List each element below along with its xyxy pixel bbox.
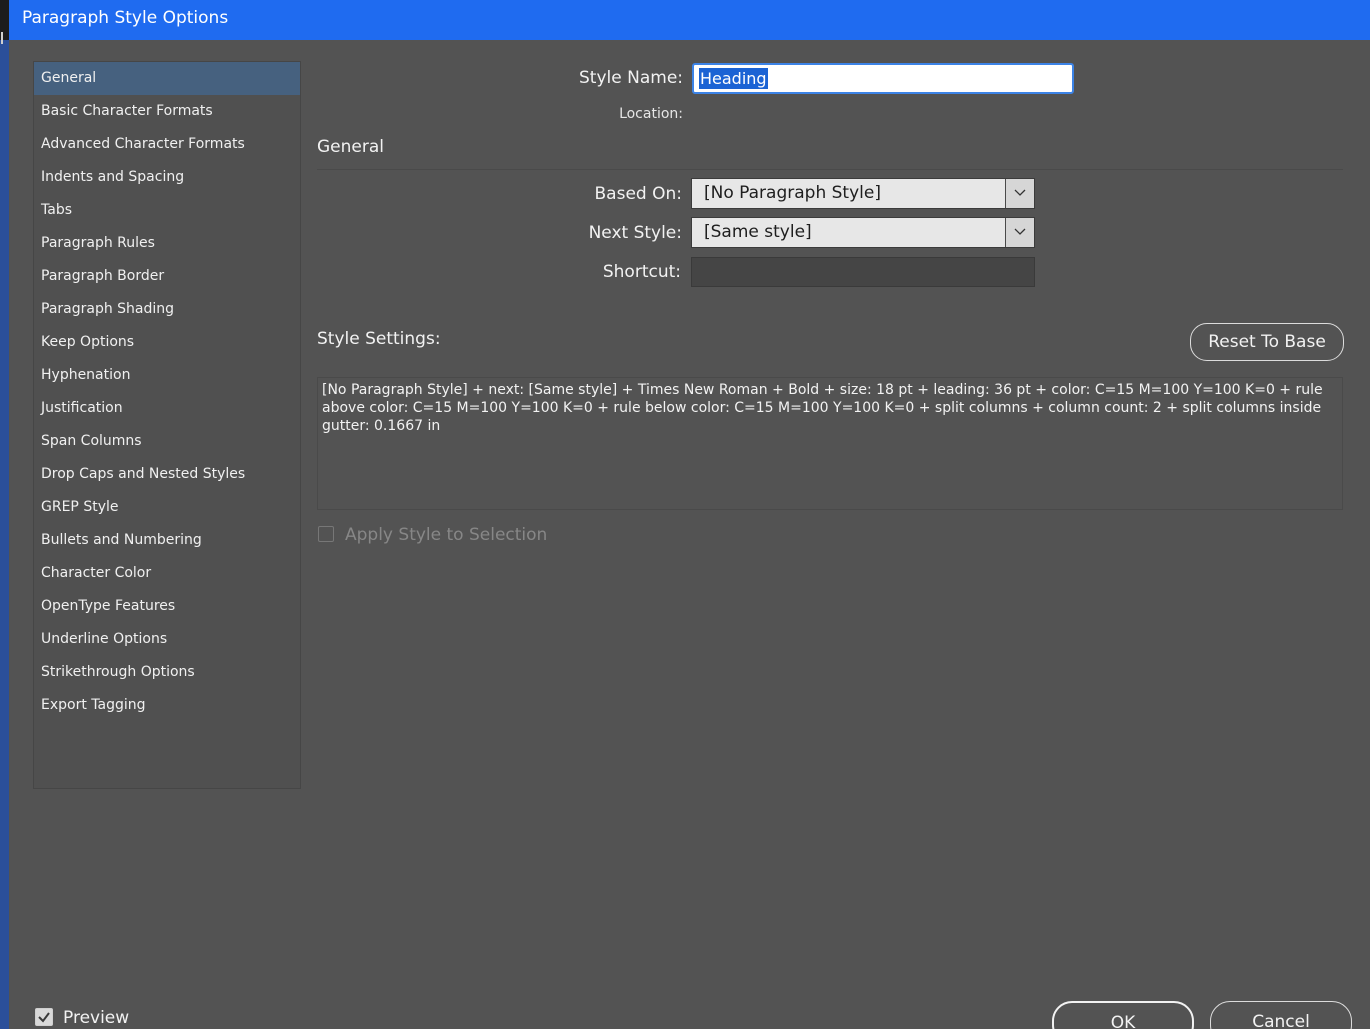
style-name-input[interactable]: Heading: [692, 63, 1074, 94]
style-name-value: Heading: [699, 68, 768, 89]
sidebar-item-basic-character-formats[interactable]: Basic Character Formats: [34, 95, 300, 128]
sidebar-item-drop-caps-and-nested-styles[interactable]: Drop Caps and Nested Styles: [34, 458, 300, 491]
based-on-value: [No Paragraph Style]: [704, 183, 881, 203]
shortcut-label: Shortcut:: [602, 262, 681, 282]
sidebar-item-grep-style[interactable]: GREP Style: [34, 491, 300, 524]
sidebar-item-export-tagging[interactable]: Export Tagging: [34, 689, 300, 722]
window-title: Paragraph Style Options: [22, 8, 229, 28]
sidebar-item-general[interactable]: General: [34, 62, 300, 95]
next-style-label: Next Style:: [588, 223, 682, 243]
section-divider: [317, 169, 1343, 170]
chevron-down-icon: [1014, 228, 1026, 235]
next-style-dropdown[interactable]: [Same style]: [691, 217, 1035, 248]
sidebar-item-hyphenation[interactable]: Hyphenation: [34, 359, 300, 392]
apply-style-checkbox[interactable]: [318, 526, 334, 542]
sidebar-item-strikethrough-options[interactable]: Strikethrough Options: [34, 656, 300, 689]
checkmark-icon: [38, 1012, 50, 1023]
style-settings-text: [No Paragraph Style] + next: [Same style…: [317, 377, 1343, 510]
paragraph-style-options-dialog: Paragraph Style Options General Basic Cha…: [0, 0, 1370, 1029]
style-settings-label: Style Settings:: [317, 329, 441, 349]
section-title: General: [317, 137, 384, 157]
sidebar-item-keep-options[interactable]: Keep Options: [34, 326, 300, 359]
sidebar-item-paragraph-rules[interactable]: Paragraph Rules: [34, 227, 300, 260]
background-window-mark: [1, 32, 3, 44]
sidebar-item-indents-and-spacing[interactable]: Indents and Spacing: [34, 161, 300, 194]
reset-to-base-button[interactable]: Reset To Base: [1190, 323, 1344, 361]
sidebar-item-advanced-character-formats[interactable]: Advanced Character Formats: [34, 128, 300, 161]
next-style-value: [Same style]: [704, 222, 812, 242]
sidebar-item-underline-options[interactable]: Underline Options: [34, 623, 300, 656]
based-on-dropdown-arrow[interactable]: [1005, 179, 1034, 208]
sidebar-item-span-columns[interactable]: Span Columns: [34, 425, 300, 458]
sidebar-item-opentype-features[interactable]: OpenType Features: [34, 590, 300, 623]
cancel-button[interactable]: Cancel: [1210, 1001, 1352, 1029]
preview-label: Preview: [63, 1008, 130, 1028]
style-name-label: Style Name:: [579, 68, 683, 88]
next-style-dropdown-arrow[interactable]: [1005, 218, 1034, 247]
location-label: Location:: [619, 106, 683, 122]
based-on-label: Based On:: [594, 184, 682, 204]
sidebar-item-paragraph-shading[interactable]: Paragraph Shading: [34, 293, 300, 326]
based-on-dropdown[interactable]: [No Paragraph Style]: [691, 178, 1035, 209]
apply-style-label: Apply Style to Selection: [345, 525, 548, 545]
background-window-edge: [0, 0, 9, 1029]
sidebar-item-tabs[interactable]: Tabs: [34, 194, 300, 227]
title-bar[interactable]: Paragraph Style Options: [9, 0, 1370, 40]
sidebar-item-justification[interactable]: Justification: [34, 392, 300, 425]
sidebar-item-paragraph-border[interactable]: Paragraph Border: [34, 260, 300, 293]
chevron-down-icon: [1014, 189, 1026, 196]
category-list: General Basic Character Formats Advanced C…: [33, 61, 301, 789]
shortcut-input[interactable]: [691, 257, 1035, 287]
sidebar-item-character-color[interactable]: Character Color: [34, 557, 300, 590]
sidebar-item-bullets-and-numbering[interactable]: Bullets and Numbering: [34, 524, 300, 557]
preview-checkbox[interactable]: [35, 1008, 53, 1026]
ok-button[interactable]: OK: [1052, 1001, 1194, 1029]
